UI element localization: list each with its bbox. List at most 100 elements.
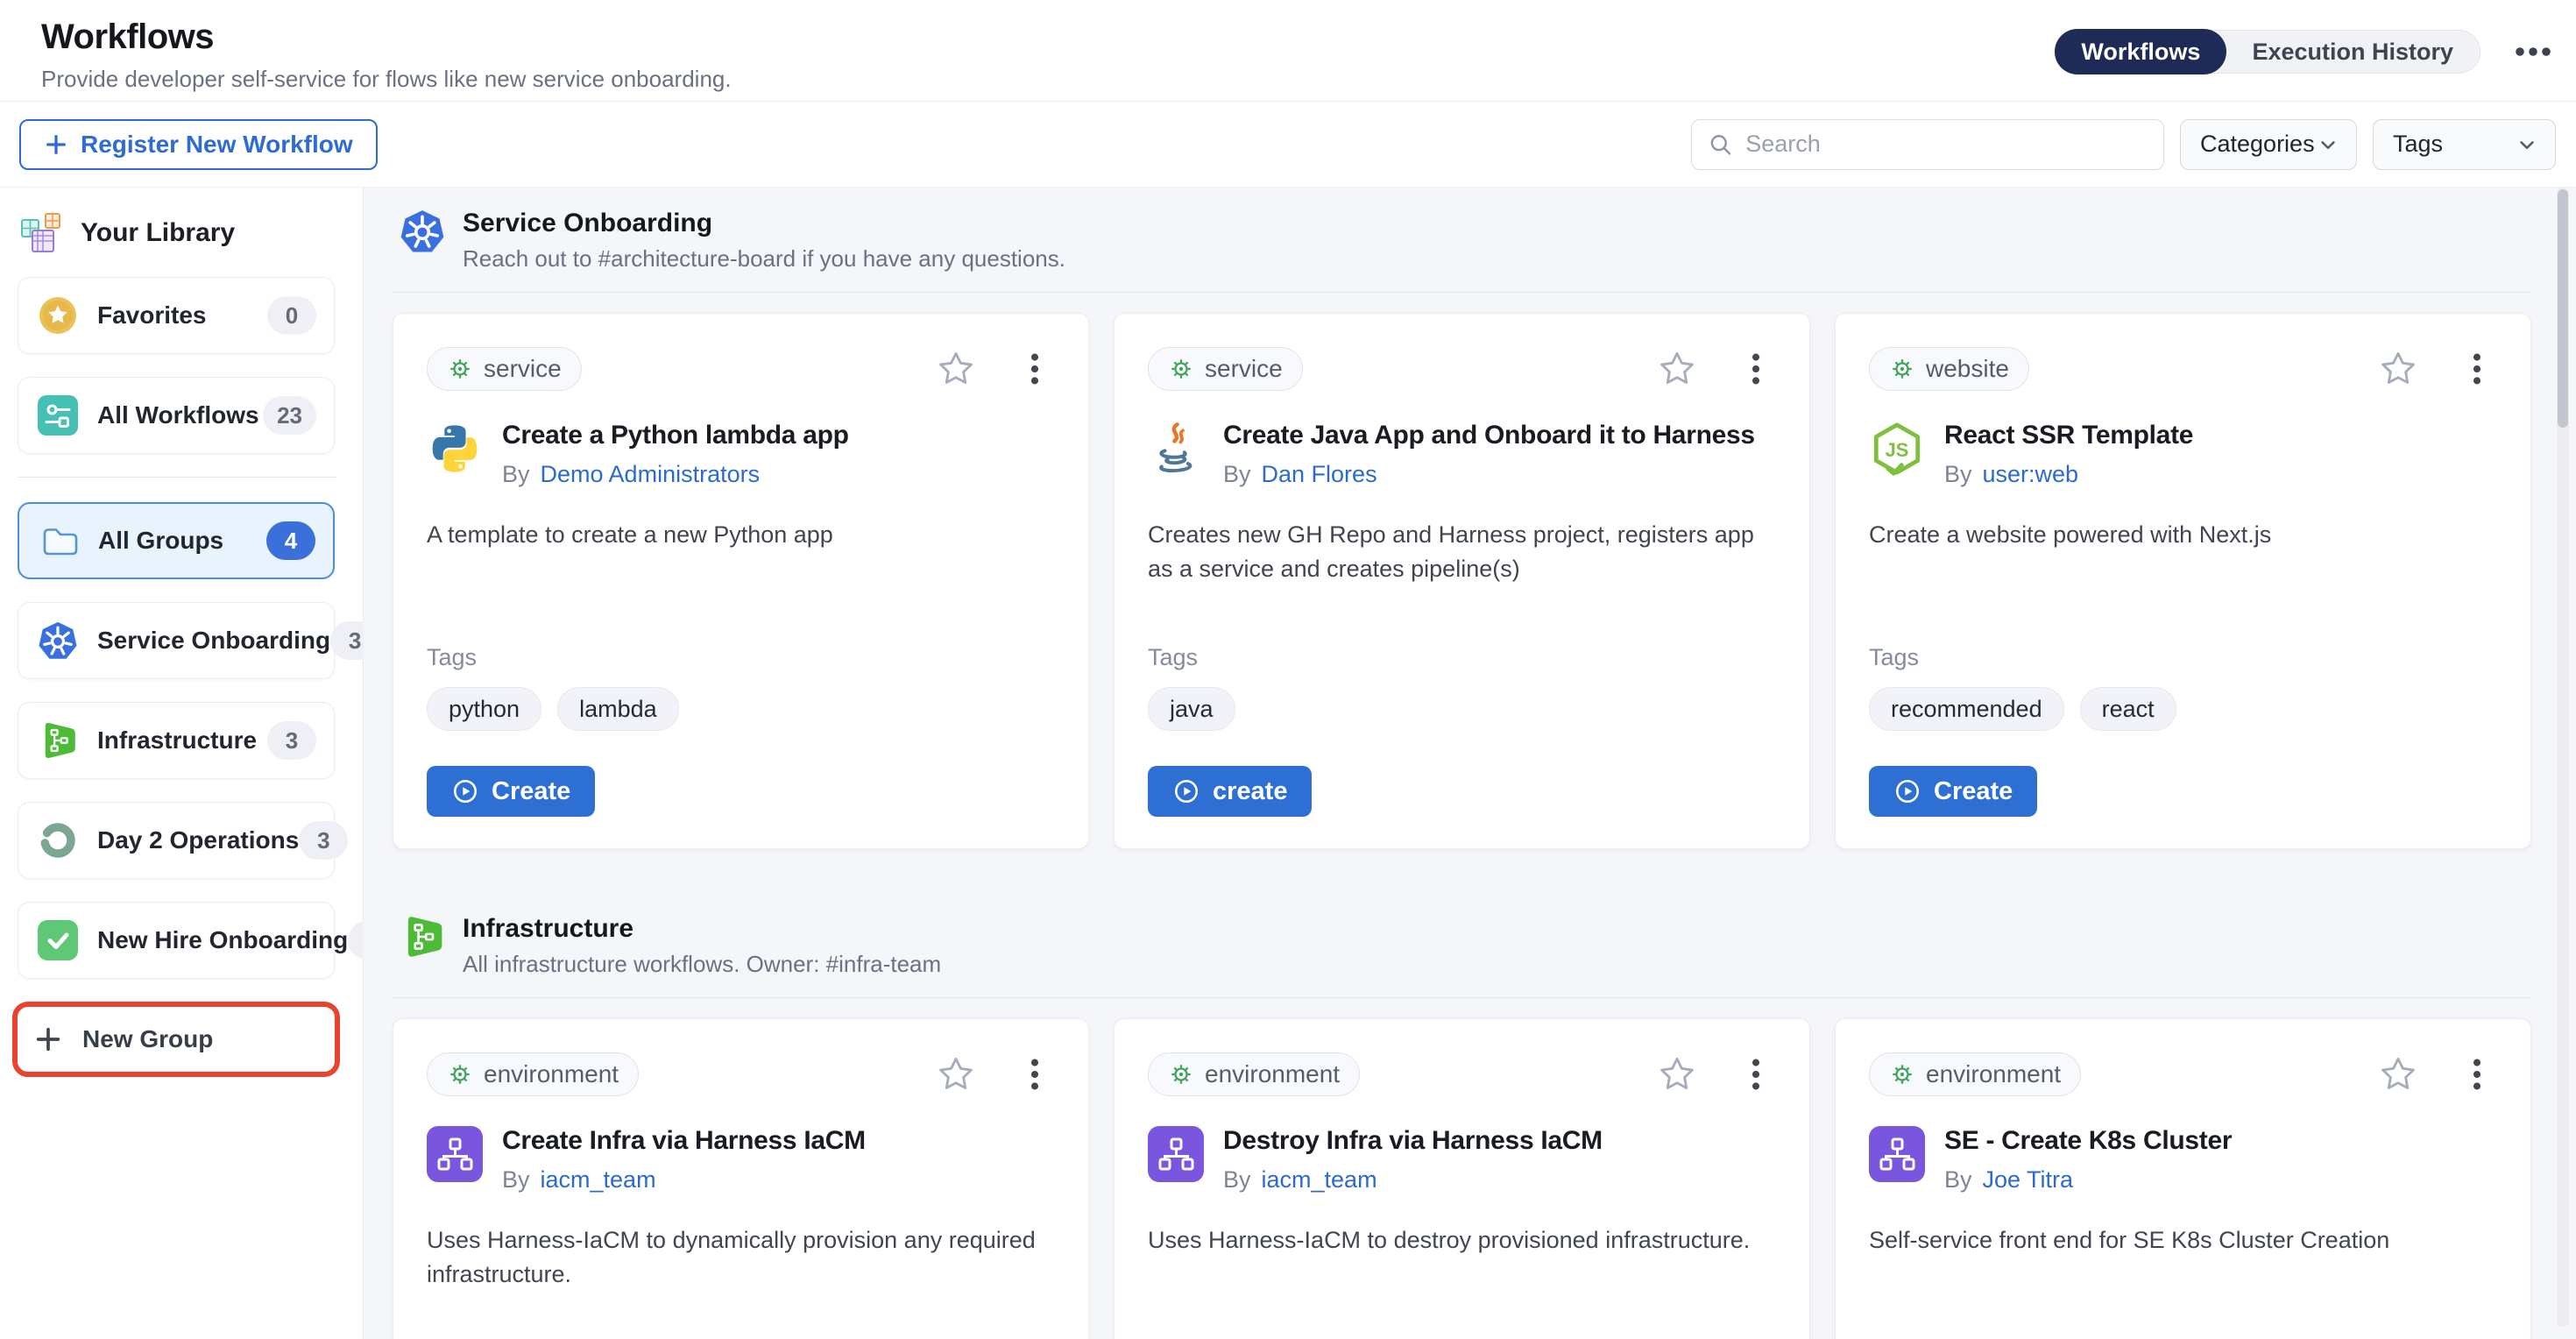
card-title: React SSR Template [1944,421,2193,450]
check-icon [38,920,78,960]
infrastructure-icon [400,914,445,960]
create-button[interactable]: Create [427,766,595,817]
card-menu-button[interactable] [1015,1054,1055,1095]
star-outline-icon [936,349,976,389]
kubernetes-icon [38,620,78,661]
kebab-menu-icon [1736,349,1776,389]
gear-icon [1168,356,1194,382]
author-link[interactable]: Demo Administrators [541,461,761,487]
workflow-card-java-app: service [1114,313,1810,849]
card-description: Self-service front end for SE K8s Cluste… [1869,1223,2497,1258]
favorite-star-button[interactable] [936,349,976,389]
section-infrastructure: Infrastructure All infrastructure workfl… [393,914,2531,1339]
sidebar-item-day-2-operations[interactable]: Day 2 Operations 3 [18,802,335,879]
favorites-star-icon [38,295,78,336]
sidebar-item-all-groups[interactable]: All Groups 4 [18,502,335,579]
nodejs-icon: JS [1869,421,1925,477]
sidebar-item-service-onboarding[interactable]: Service Onboarding 3 [18,602,335,679]
author-link[interactable]: Joe Titra [1983,1166,2074,1193]
count-badge: 3 [267,721,316,760]
section-header: Service Onboarding Reach out to #archite… [393,209,2531,273]
cards-row: environment [393,1018,2531,1339]
kebab-menu-icon [2457,349,2497,389]
workflow-card-se-k8s-cluster: environment [1835,1018,2531,1339]
workflows-page: Workflows Provide developer self-service… [0,0,2576,1339]
tag-pill: java [1148,687,1235,731]
tags-dropdown[interactable]: Tags [2373,119,2556,170]
workflows-icon [38,395,78,436]
plus-icon [44,132,68,157]
author-link[interactable]: iacm_team [541,1166,656,1193]
header-actions: Workflows Execution History [2055,30,2554,74]
count-badge-active: 4 [266,521,315,560]
gear-icon [447,356,473,382]
search-input[interactable] [1745,131,2148,158]
chevron-down-icon [2515,132,2539,157]
tag-pill: react [2080,687,2176,731]
section-divider [393,292,2531,293]
card-menu-button[interactable] [1736,1054,1776,1095]
section-service-onboarding: Service Onboarding Reach out to #archite… [393,209,2531,849]
python-icon [427,421,483,477]
favorite-star-button[interactable] [2378,1054,2418,1095]
card-description: Creates new GH Repo and Harness project,… [1148,518,1776,586]
workflow-card-destroy-infra: environment [1114,1018,1810,1339]
sidebar-list: Favorites 0 All Workflows 23 [0,277,363,1077]
star-outline-icon [2378,349,2418,389]
count-badge: 23 [263,396,316,435]
card-title: Destroy Infra via Harness IaCM [1223,1126,1603,1156]
more-horizontal-icon [2512,31,2554,73]
tags-label: Tags [427,644,1055,671]
vertical-scrollbar[interactable] [2557,188,2569,1327]
card-description: Create a website powered with Next.js [1869,518,2497,552]
sidebar-item-new-hire-onboarding[interactable]: New Hire Onboarding 5 [18,902,335,979]
favorite-star-button[interactable] [936,1054,976,1095]
section-subtitle: All infrastructure workflows. Owner: #in… [463,951,941,978]
card-menu-button[interactable] [2457,1054,2497,1095]
tab-execution-history[interactable]: Execution History [2226,30,2480,74]
new-group-highlight-annotation: New Group [12,1002,340,1077]
workflow-card-create-infra: environment [393,1018,1089,1339]
categories-dropdown[interactable]: Categories [2180,119,2357,170]
iacm-icon [1148,1126,1204,1182]
scrollbar-thumb[interactable] [2558,189,2568,428]
card-menu-button[interactable] [1015,349,1055,389]
plus-icon [33,1024,63,1054]
workflow-card-python-lambda: service [393,313,1089,849]
author-link[interactable]: iacm_team [1262,1166,1377,1193]
card-menu-button[interactable] [2457,349,2497,389]
card-description: Uses Harness-IaCM to destroy provisioned… [1148,1223,1776,1258]
java-icon [1148,421,1204,477]
kubernetes-icon [400,209,445,254]
star-outline-icon [2378,1054,2418,1095]
play-circle-icon [1893,777,1921,805]
kebab-menu-icon [1015,1054,1055,1095]
sidebar-item-favorites[interactable]: Favorites 0 [18,277,335,354]
favorite-star-button[interactable] [2378,349,2418,389]
author-link[interactable]: user:web [1983,461,2079,487]
favorite-star-button[interactable] [1657,1054,1697,1095]
type-badge: service [1148,347,1303,391]
infrastructure-icon [38,720,78,761]
search-box [1691,119,2164,170]
more-menu-button[interactable] [2512,31,2554,73]
card-title: SE - Create K8s Cluster [1944,1126,2232,1156]
kebab-menu-icon [1015,349,1055,389]
favorite-star-button[interactable] [1657,349,1697,389]
author-link[interactable]: Dan Flores [1262,461,1377,487]
new-group-button[interactable]: New Group [18,1007,335,1072]
count-badge: 0 [267,296,316,335]
page-header: Workflows Provide developer self-service… [0,0,2576,102]
tab-workflows[interactable]: Workflows [2055,29,2226,74]
type-badge: environment [427,1052,639,1096]
create-button[interactable]: create [1148,766,1312,817]
tag-pill: python [427,687,541,731]
kebab-menu-icon [1736,1054,1776,1095]
create-button[interactable]: Create [1869,766,2037,817]
card-menu-button[interactable] [1736,349,1776,389]
card-title: Create Infra via Harness IaCM [502,1126,866,1156]
sidebar-item-infrastructure[interactable]: Infrastructure 3 [18,702,335,779]
register-new-workflow-button[interactable]: Register New Workflow [19,119,378,170]
sidebar-item-all-workflows[interactable]: All Workflows 23 [18,377,335,454]
content: Your Library Favorites 0 [0,188,2576,1339]
